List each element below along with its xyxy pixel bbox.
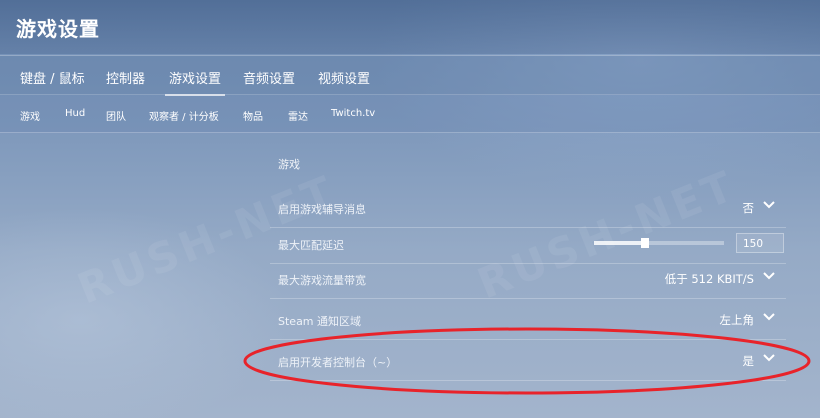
page-title: 游戏设置 bbox=[16, 17, 100, 41]
subtab-game[interactable]: 游戏 bbox=[20, 108, 40, 123]
tab-game-settings[interactable]: 游戏设置 bbox=[164, 68, 226, 96]
tab-keyboard-mouse[interactable]: 键盘 / 鼠标 bbox=[20, 68, 85, 87]
setting-row-tutor-messages[interactable]: 启用游戏辅导消息 否 bbox=[270, 188, 786, 228]
subtab-twitch[interactable]: Twitch.tv bbox=[331, 108, 375, 119]
dropdown-value[interactable]: 否 bbox=[743, 200, 755, 216]
main-tab-bar: 键盘 / 鼠标 控制器 游戏设置 音频设置 视频设置 bbox=[0, 55, 820, 96]
sub-tab-bar: 游戏 Hud 团队 观察者 / 计分板 物品 雷达 Twitch.tv bbox=[0, 94, 820, 133]
setting-label: 最大匹配延迟 bbox=[278, 239, 344, 252]
chevron-down-icon[interactable] bbox=[762, 311, 776, 323]
tab-audio-settings[interactable]: 音频设置 bbox=[243, 68, 295, 87]
setting-label: 最大游戏流量带宽 bbox=[278, 274, 366, 287]
setting-row-max-matchmaking-ping[interactable]: 最大匹配延迟 150 bbox=[270, 224, 786, 264]
subtab-spectator-scoreboard[interactable]: 观察者 / 计分板 bbox=[149, 108, 219, 123]
tab-video-settings[interactable]: 视频设置 bbox=[318, 68, 370, 87]
title-bar: 游戏设置 bbox=[0, 0, 820, 54]
ping-value-field[interactable]: 150 bbox=[736, 233, 784, 253]
chevron-down-icon[interactable] bbox=[762, 270, 776, 282]
row-divider bbox=[270, 298, 786, 299]
subtab-hud[interactable]: Hud bbox=[65, 108, 85, 119]
tab-controller[interactable]: 控制器 bbox=[106, 68, 145, 87]
subtab-team[interactable]: 团队 bbox=[106, 108, 126, 123]
ping-slider[interactable] bbox=[594, 238, 724, 248]
chevron-down-icon[interactable] bbox=[762, 199, 776, 211]
subtab-items[interactable]: 物品 bbox=[243, 108, 263, 123]
setting-row-bandwidth[interactable]: 最大游戏流量带宽 低于 512 KBIT/S bbox=[270, 259, 786, 299]
slider-thumb[interactable] bbox=[640, 238, 649, 248]
dropdown-value[interactable]: 低于 512 KBIT/S bbox=[665, 271, 754, 287]
section-title: 游戏 bbox=[278, 158, 300, 171]
setting-label: 启用游戏辅导消息 bbox=[278, 203, 366, 216]
subtab-radar[interactable]: 雷达 bbox=[288, 108, 308, 123]
slider-fill bbox=[594, 241, 645, 245]
annotation-ellipse bbox=[243, 327, 811, 395]
